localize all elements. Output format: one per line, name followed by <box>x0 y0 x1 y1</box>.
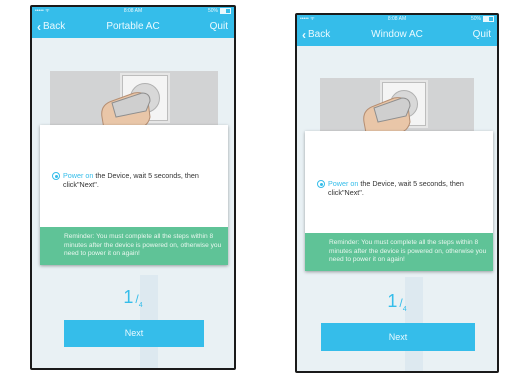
page-title: Window AC <box>371 29 423 40</box>
instruction-highlight: Power on <box>328 179 359 188</box>
phone-left: ••••• ᯤ 8:08 AM 50% ‹ Back Portable AC Qu… <box>30 5 236 370</box>
reminder-text: Reminder: You must complete all the step… <box>64 233 222 258</box>
battery-indicator: 50% <box>208 7 231 16</box>
nav-bar: ‹ Back Portable AC Quit <box>32 16 234 38</box>
radio-selected-icon <box>52 172 60 180</box>
step-current: 1 <box>123 287 134 307</box>
quit-button[interactable]: Quit <box>210 16 228 38</box>
next-button[interactable]: Next <box>321 323 475 351</box>
quit-button[interactable]: Quit <box>473 24 491 46</box>
step-total: 4 <box>402 306 407 313</box>
status-bar: ••••• ᯤ 8:08 AM 50% <box>297 15 497 24</box>
step-indicator: 1/4 <box>32 287 234 309</box>
radio-selected-icon <box>317 180 325 188</box>
reminder-banner: Reminder: You must complete all the step… <box>305 233 493 271</box>
step-current: 1 <box>387 291 398 311</box>
battery-percent: 50% <box>470 16 481 22</box>
reminder-text: Reminder: You must complete all the step… <box>329 239 487 264</box>
battery-percent: 50% <box>207 8 218 14</box>
instruction-text: Power on the Device, wait 5 seconds, the… <box>63 171 221 189</box>
step-total: 4 <box>138 302 143 309</box>
reminder-banner: Reminder: You must complete all the step… <box>40 227 228 265</box>
instruction-card: Power on the Device, wait 5 seconds, the… <box>305 131 493 271</box>
instruction-card: Power on the Device, wait 5 seconds, the… <box>40 125 228 265</box>
page-title: Portable AC <box>106 21 160 32</box>
status-time: 8:08 AM <box>387 16 407 22</box>
instruction-highlight: Power on <box>63 171 94 180</box>
battery-icon <box>220 7 231 14</box>
app-screen: ••••• ᯤ 8:08 AM 50% ‹ Back Portable AC Qu… <box>32 7 234 368</box>
battery-indicator: 50% <box>471 15 494 24</box>
next-button[interactable]: Next <box>64 320 204 347</box>
nav-bar: ‹ Back Window AC Quit <box>297 24 497 46</box>
instruction-text: Power on the Device, wait 5 seconds, the… <box>328 179 486 197</box>
phone-right: ••••• ᯤ 8:08 AM 50% ‹ Back Window AC Quit… <box>295 13 499 373</box>
step-indicator: 1/4 <box>297 291 497 313</box>
status-time: 8:08 AM <box>123 8 143 14</box>
app-screen: ••••• ᯤ 8:08 AM 50% ‹ Back Window AC Quit… <box>297 15 497 371</box>
battery-icon <box>483 15 494 22</box>
status-bar: ••••• ᯤ 8:08 AM 50% <box>32 7 234 16</box>
